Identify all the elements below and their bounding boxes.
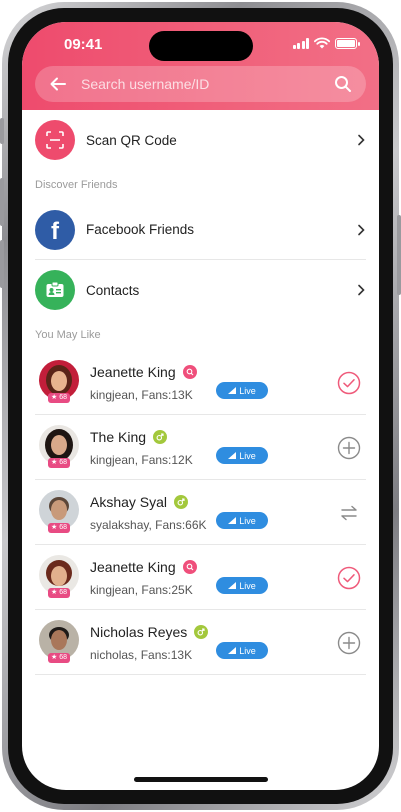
user-name: Akshay Syal <box>90 494 189 510</box>
level-badge: ★ 68 <box>48 458 71 468</box>
user-name: Nicholas Reyes <box>90 624 209 640</box>
search-tag-icon <box>182 560 197 574</box>
live-badge[interactable]: Live <box>216 512 268 529</box>
search-input[interactable] <box>81 76 334 92</box>
facebook-icon: f <box>35 209 75 250</box>
power-button <box>397 215 401 295</box>
status-icons <box>292 37 360 49</box>
user-meta: kingjean, Fans:13K <box>90 388 193 402</box>
user-row[interactable]: ★ 68 Akshay Syal syalakshay, Fans:66K Li… <box>35 480 366 545</box>
user-row[interactable]: ★ 68 Jeanette King kingjean, Fans:13K Li… <box>35 350 366 415</box>
you-may-like-heading: You May Like <box>35 329 101 341</box>
wifi-icon <box>314 37 330 49</box>
back-arrow-icon[interactable] <box>49 75 67 93</box>
live-badge[interactable]: Live <box>216 382 268 399</box>
level-badge: ★ 68 <box>48 393 71 403</box>
main-content: Scan QR Code Discover Friends f Facebook… <box>22 110 379 675</box>
facebook-friends-row[interactable]: f Facebook Friends <box>35 200 366 260</box>
contacts-label: Contacts <box>86 282 140 298</box>
user-meta: kingjean, Fans:25K <box>90 583 193 597</box>
user-row[interactable]: ★ 68 Nicholas Reyes nicholas, Fans:13K L… <box>35 610 366 675</box>
header: 09:41 <box>22 22 379 110</box>
user-row[interactable]: ★ 68 The King kingjean, Fans:12K Live <box>35 415 366 480</box>
live-bars-icon <box>228 582 237 589</box>
user-name: Jeanette King <box>90 559 197 575</box>
live-bars-icon <box>228 647 237 654</box>
user-name: Jeanette King <box>90 364 197 380</box>
avatar[interactable]: ★ 68 <box>39 490 81 536</box>
mutual-follow-icon[interactable] <box>337 501 361 525</box>
signal-icon <box>292 37 309 49</box>
scan-qr-row[interactable]: Scan QR Code <box>35 110 366 170</box>
male-tag-icon <box>194 625 209 639</box>
live-badge[interactable]: Live <box>216 642 268 659</box>
user-name: The King <box>90 429 168 445</box>
chevron-right-icon <box>358 284 365 296</box>
chevron-right-icon <box>358 224 365 235</box>
user-meta: nicholas, Fans:13K <box>90 648 193 662</box>
home-indicator[interactable] <box>134 777 268 782</box>
level-badge: ★ 68 <box>48 588 71 598</box>
avatar[interactable]: ★ 68 <box>39 360 81 406</box>
level-badge: ★ 68 <box>48 523 71 533</box>
user-row[interactable]: ★ 68 Jeanette King kingjean, Fans:25K Li… <box>35 545 366 610</box>
avatar[interactable]: ★ 68 <box>39 620 81 666</box>
volume-up-button <box>0 178 4 226</box>
add-follow-icon[interactable] <box>337 631 361 655</box>
followed-check-icon[interactable] <box>337 371 361 395</box>
status-time: 09:41 <box>64 36 103 53</box>
search-bar <box>35 66 366 102</box>
live-badge[interactable]: Live <box>216 577 268 594</box>
volume-down-button <box>0 240 4 288</box>
discover-friends-heading: Discover Friends <box>35 179 118 191</box>
action-button <box>0 118 4 144</box>
search-tag-icon <box>182 365 197 379</box>
male-tag-icon <box>153 430 168 444</box>
live-bars-icon <box>228 452 237 459</box>
live-badge[interactable]: Live <box>216 447 268 464</box>
battery-icon <box>335 37 360 49</box>
screen: 09:41 Search username/ID Scan QR Code Di… <box>22 22 379 790</box>
avatar[interactable]: ★ 68 <box>39 555 81 601</box>
level-badge: ★ 68 <box>48 653 71 663</box>
avatar[interactable]: ★ 68 <box>39 425 81 471</box>
dynamic-island <box>149 31 253 61</box>
followed-check-icon[interactable] <box>337 566 361 590</box>
live-bars-icon <box>228 517 237 524</box>
facebook-friends-label: Facebook Friends <box>86 222 195 237</box>
male-tag-icon <box>174 495 189 509</box>
live-bars-icon <box>228 387 237 394</box>
user-meta: syalakshay, Fans:66K <box>90 518 207 532</box>
scan-qr-label: Scan QR Code <box>86 132 177 148</box>
user-meta: kingjean, Fans:12K <box>90 453 193 467</box>
chevron-right-icon <box>358 134 365 146</box>
search-icon[interactable] <box>334 75 352 93</box>
add-follow-icon[interactable] <box>337 436 361 460</box>
contact-card-icon <box>35 270 75 310</box>
scan-qr-icon <box>35 120 75 160</box>
contacts-row[interactable]: Contacts <box>35 260 366 320</box>
